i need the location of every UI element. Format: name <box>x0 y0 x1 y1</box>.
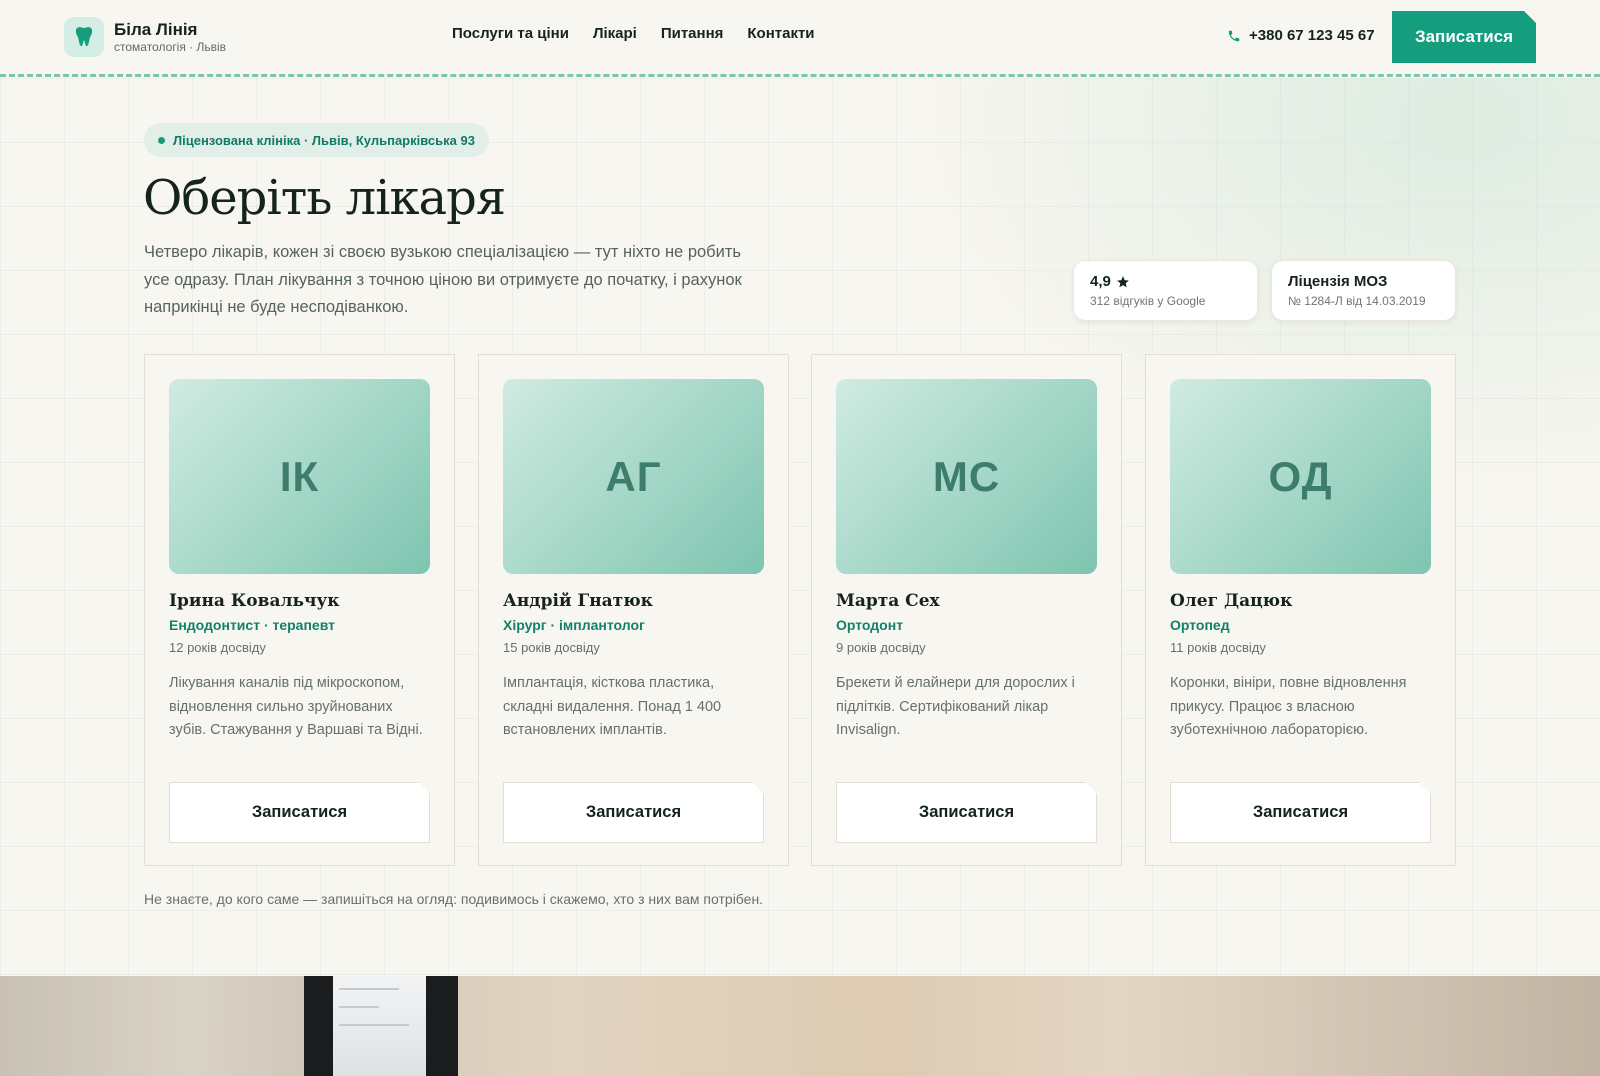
page-lead: Четверо лікарів, кожен зі своєю вузькою … <box>144 243 742 316</box>
brand-subtitle: стоматологія · Львів <box>114 40 227 54</box>
doctor-description: Коронки, вініри, повне відновлення прику… <box>1170 675 1407 738</box>
clinic-photo <box>0 976 1600 1076</box>
main-nav: Послуги та ціни Лікарі Питання Контакти <box>452 25 815 42</box>
doctor-description: Лікування каналів під мікроскопом, відно… <box>169 675 423 738</box>
screen-line <box>339 1006 379 1008</box>
license-badge: Ліцензована клініка · Львів, Кульпарківс… <box>144 123 489 157</box>
doctor-avatar: ОД <box>1170 379 1431 574</box>
book-doctor-button[interactable]: Записатися <box>1170 782 1431 843</box>
doctors-footnote: Не знаєте, до кого саме — запишіться на … <box>144 891 764 907</box>
doctor-initials: ОД <box>1268 452 1333 500</box>
site-header: Біла Лінія стоматологія · Львів Послуги … <box>0 0 1600 77</box>
rating-value: 4,9 <box>1090 273 1111 290</box>
doctor-experience: 11 років досвіду <box>1170 640 1266 655</box>
monitor-screen <box>333 976 426 1076</box>
doctor-specialty: Ендодонтист · терапевт <box>169 617 335 633</box>
doctor-avatar: МС <box>836 379 1097 574</box>
doctor-card: ІК Ірина Ковальчук Ендодонтист · терапев… <box>144 354 455 866</box>
header-divider <box>0 74 1600 77</box>
status-dot <box>158 136 165 144</box>
doctor-card: МС Марта Сех Ортодонт 9 років досвіду Бр… <box>811 354 1122 866</box>
doctor-specialty: Хірург · імплантолог <box>503 617 645 633</box>
doctor-initials: ІК <box>279 452 320 500</box>
rating-caption: 312 відгуків у Google <box>1090 294 1206 308</box>
rating-card: 4,9 312 відгуків у Google <box>1073 260 1258 321</box>
doctor-name: Марта Сех <box>836 591 940 611</box>
phone-link[interactable]: +380 67 123 45 67 <box>1227 27 1375 44</box>
brand-logo[interactable]: Біла Лінія стоматологія · Львів <box>64 17 226 57</box>
license-title: Ліцензія МОЗ <box>1288 273 1388 290</box>
doctor-description: Брекети й елайнери для дорослих і підліт… <box>836 675 1075 738</box>
doctor-avatar: ІК <box>169 379 430 574</box>
nav-link-doctors[interactable]: Лікарі <box>593 25 637 42</box>
doctor-card: АГ Андрій Гнатюк Хірург · імплантолог 15… <box>478 354 789 866</box>
brand-name: Біла Лінія <box>114 20 198 39</box>
doctor-experience: 12 років досвіду <box>169 640 266 655</box>
book-doctor-button[interactable]: Записатися <box>503 782 764 843</box>
header-book-button[interactable]: Записатися <box>1392 11 1536 63</box>
screen-line <box>339 988 399 990</box>
nav-link-contacts[interactable]: Контакти <box>747 25 814 42</box>
doctor-description: Імплантація, кісткова пластика, складні … <box>503 675 722 738</box>
phone-icon <box>1228 30 1240 41</box>
phone-number: +380 67 123 45 67 <box>1249 27 1375 44</box>
license-badge-text: Ліцензована клініка · Львів, Кульпарківс… <box>173 132 475 148</box>
license-number: № 1284-Л від 14.03.2019 <box>1288 294 1426 308</box>
doctor-name: Олег Дацюк <box>1170 591 1293 611</box>
tooth-icon <box>64 17 104 57</box>
screen-line <box>339 1024 409 1026</box>
nav-link-faq[interactable]: Питання <box>661 25 724 42</box>
license-card: Ліцензія МОЗ № 1284-Л від 14.03.2019 <box>1271 260 1456 321</box>
doctor-experience: 15 років досвіду <box>503 640 600 655</box>
book-doctor-button[interactable]: Записатися <box>836 782 1097 843</box>
doctor-card: ОД Олег Дацюк Ортопед 11 років досвіду К… <box>1145 354 1456 866</box>
star-icon <box>1117 276 1129 288</box>
doctor-name: Ірина Ковальчук <box>169 591 340 611</box>
doctor-initials: АГ <box>605 452 662 500</box>
book-doctor-button[interactable]: Записатися <box>169 782 430 843</box>
page-title: Оберіть лікаря <box>143 170 506 226</box>
doctor-avatar: АГ <box>503 379 764 574</box>
nav-link-services[interactable]: Послуги та ціни <box>452 25 569 42</box>
doctor-experience: 9 років досвіду <box>836 640 926 655</box>
doctor-specialty: Ортодонт <box>836 617 904 633</box>
doctor-specialty: Ортопед <box>1170 617 1230 633</box>
doctor-name: Андрій Гнатюк <box>503 591 653 611</box>
doctor-initials: МС <box>932 452 1001 500</box>
